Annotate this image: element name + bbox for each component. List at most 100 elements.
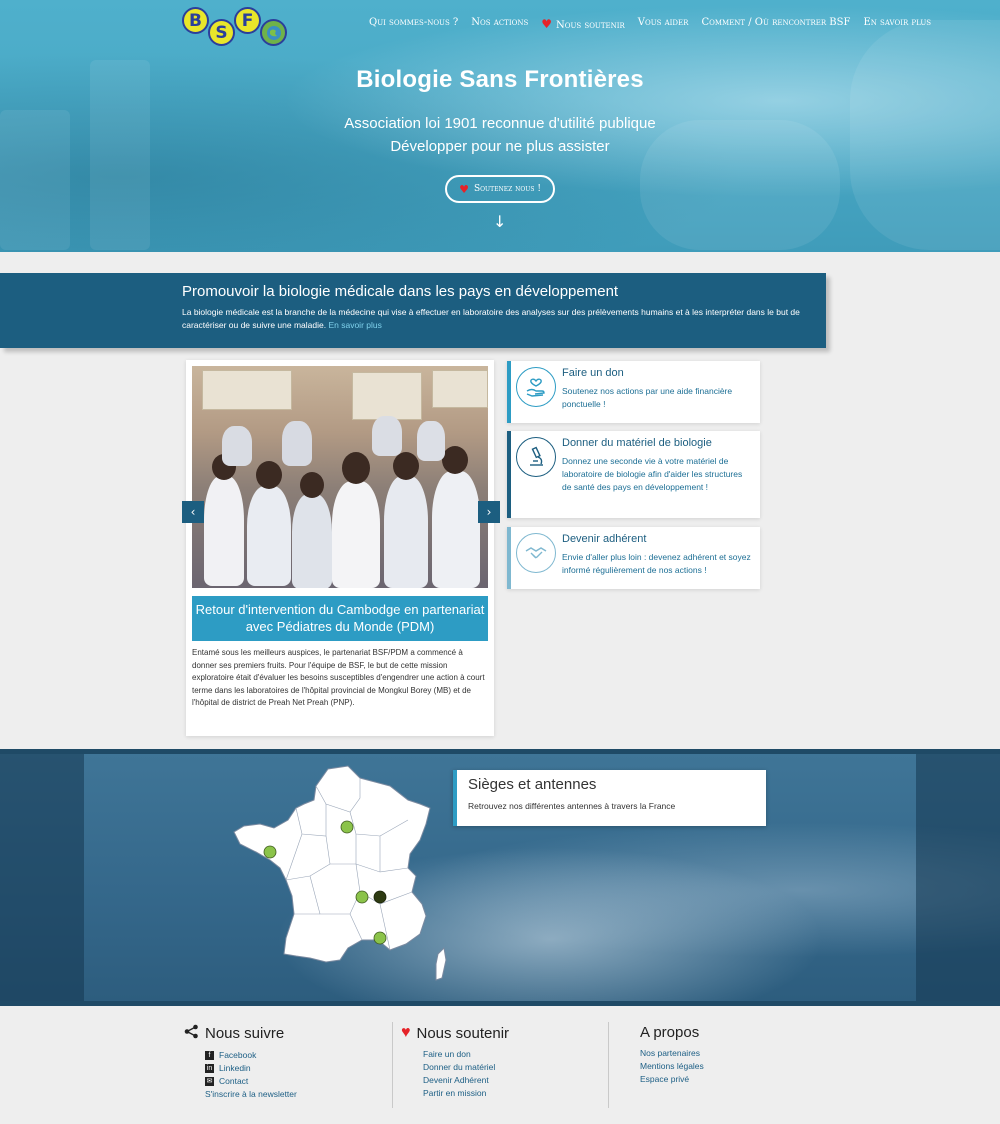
- mail-icon: ✉: [205, 1077, 214, 1086]
- microscope-icon: [516, 437, 556, 477]
- promo-text: La biologie médicale est la branche de l…: [182, 306, 812, 332]
- child-figure: [384, 476, 428, 588]
- action-title: Donner du matériel de biologie: [562, 437, 712, 449]
- learn-more-link[interactable]: En savoir plus: [328, 320, 381, 330]
- slide-text: Entamé sous les meilleurs auspices, le p…: [192, 648, 485, 707]
- nav-item-actions[interactable]: Nos actions: [471, 17, 528, 31]
- child-figure: [372, 416, 402, 456]
- action-title: Devenir adhérent: [562, 533, 647, 545]
- slide-photo: [192, 366, 488, 588]
- child-head: [442, 446, 468, 474]
- action-accent-bar: [507, 527, 511, 589]
- handshake-icon: [516, 533, 556, 573]
- heart-icon: ♥: [541, 17, 553, 31]
- footer-support-label: Nous soutenir: [416, 1024, 510, 1042]
- action-text: Soutenez nos actions par une aide financ…: [562, 386, 733, 409]
- child-head: [342, 452, 370, 484]
- main-nav: Qui sommes-nous ? Nos actions ♥ Nous sout…: [369, 17, 944, 31]
- nav-item-more[interactable]: En savoir plus: [863, 17, 931, 31]
- child-head: [256, 461, 282, 489]
- footer-link-legal[interactable]: Mentions légales: [640, 1060, 704, 1073]
- footer-link-label: S'inscrire à la newsletter: [205, 1089, 297, 1099]
- hero-title: Biologie Sans Frontières: [356, 66, 644, 93]
- footer-support-list: Faire un don Donner du matériel Devenir …: [423, 1048, 509, 1100]
- hero-subtitle-1: Association loi 1901 reconnue d'utilité …: [344, 115, 656, 132]
- slider-prev-button[interactable]: ‹: [182, 501, 204, 523]
- footer-link-label: Facebook: [219, 1050, 257, 1060]
- promo-banner: Promouvoir la biologie médicale dans les…: [0, 273, 826, 348]
- child-head: [300, 472, 324, 498]
- footer-link-facebook[interactable]: f Facebook: [205, 1049, 297, 1062]
- footer-link-member[interactable]: Devenir Adhérent: [423, 1074, 509, 1087]
- globe-icon: [260, 19, 287, 46]
- footer-link-contact[interactable]: ✉ Contact: [205, 1075, 297, 1088]
- child-figure: [292, 494, 332, 588]
- facebook-icon: f: [205, 1051, 214, 1060]
- footer-about-title: A propos: [640, 1024, 700, 1041]
- promo-description: La biologie médicale est la branche de l…: [182, 307, 800, 330]
- action-text: Donnez une seconde vie à votre matériel …: [562, 456, 743, 492]
- action-card-member[interactable]: Devenir adhérent Envie d'aller plus loin…: [507, 527, 760, 589]
- footer-link-mission[interactable]: Partir en mission: [423, 1087, 509, 1100]
- heart-icon: ♥: [459, 182, 469, 196]
- footer-support-title: ♥ Nous soutenir: [401, 1024, 509, 1042]
- child-figure: [332, 481, 380, 588]
- logo-letter-f: F: [234, 7, 261, 34]
- footer-link-newsletter[interactable]: S'inscrire à la newsletter: [205, 1088, 297, 1101]
- headquarters-marker[interactable]: [373, 890, 387, 904]
- footer-divider: [608, 1022, 609, 1108]
- footer-follow-list: f Facebook in Linkedin ✉ Contact S'inscrire…: [205, 1049, 297, 1101]
- footer-about-column: A propos Nos partenaires Mentions légale…: [640, 1024, 704, 1086]
- action-accent-bar: [507, 431, 511, 518]
- nav-item-help[interactable]: Vous aider: [638, 17, 689, 31]
- linkedin-icon: in: [205, 1064, 214, 1073]
- heart-icon: ♥: [401, 1024, 411, 1041]
- share-icon: [184, 1024, 199, 1043]
- logo-letter-s: S: [208, 19, 235, 46]
- support-us-button-label: Soutenez nous !: [473, 184, 541, 194]
- child-figure: [204, 476, 244, 586]
- antenna-marker[interactable]: [263, 845, 277, 859]
- france-map[interactable]: [230, 764, 460, 986]
- antenna-marker[interactable]: [373, 931, 387, 945]
- scroll-down-arrow-icon[interactable]: ↓: [493, 212, 506, 231]
- footer-support-column: ♥ Nous soutenir Faire un don Donner du m…: [401, 1024, 509, 1100]
- antenna-marker[interactable]: [340, 820, 354, 834]
- classroom-poster: [352, 372, 422, 420]
- footer-about-list: Nos partenaires Mentions légales Espace …: [640, 1047, 704, 1086]
- corsica-outline: [435, 946, 447, 981]
- antennas-card[interactable]: Sièges et antennes Retrouvez nos différe…: [453, 770, 766, 826]
- footer-link-donate[interactable]: Faire un don: [423, 1048, 509, 1061]
- bsf-logo[interactable]: B S F: [182, 5, 288, 47]
- section-side-band: [0, 754, 84, 1001]
- nav-item-meet[interactable]: Comment / Où rencontrer BSF: [701, 17, 850, 31]
- child-figure: [432, 471, 480, 588]
- nav-item-about[interactable]: Qui sommes-nous ?: [369, 17, 458, 31]
- footer-follow-title: Nous suivre: [184, 1024, 297, 1043]
- footer-follow-column: Nous suivre f Facebook in Linkedin ✉ Contac…: [184, 1024, 297, 1101]
- footer-link-linkedin[interactable]: in Linkedin: [205, 1062, 297, 1075]
- footer-divider: [392, 1022, 393, 1108]
- action-card-donate[interactable]: Faire un don Soutenez nos actions par un…: [507, 361, 760, 423]
- footer-link-partners[interactable]: Nos partenaires: [640, 1047, 704, 1060]
- action-accent-bar: [507, 361, 511, 423]
- antennas-title: Sièges et antennes: [468, 776, 597, 793]
- footer-link-private[interactable]: Espace privé: [640, 1073, 704, 1086]
- footer-link-equipment[interactable]: Donner du matériel: [423, 1061, 509, 1074]
- child-head: [393, 452, 419, 480]
- support-us-button[interactable]: ♥ Soutenez nous !: [445, 175, 555, 203]
- slider-next-button[interactable]: ›: [478, 501, 500, 523]
- footer-link-label: Linkedin: [219, 1063, 251, 1073]
- antenna-marker[interactable]: [355, 890, 369, 904]
- nav-item-support-label: Nous soutenir: [556, 20, 625, 31]
- action-title: Faire un don: [562, 367, 624, 379]
- nav-item-support[interactable]: ♥ Nous soutenir: [541, 17, 625, 31]
- classroom-poster: [432, 370, 488, 408]
- promo-title: Promouvoir la biologie médicale dans les…: [182, 283, 619, 300]
- action-text: Envie d'aller plus loin : devenez adhére…: [562, 552, 751, 575]
- child-figure: [222, 426, 252, 466]
- action-card-equipment[interactable]: Donner du matériel de biologie Donnez un…: [507, 431, 760, 518]
- slide-caption[interactable]: Retour d'intervention du Cambodge en par…: [192, 596, 488, 641]
- footer-link-label: Contact: [219, 1076, 249, 1086]
- logo-letter-b: B: [182, 7, 209, 34]
